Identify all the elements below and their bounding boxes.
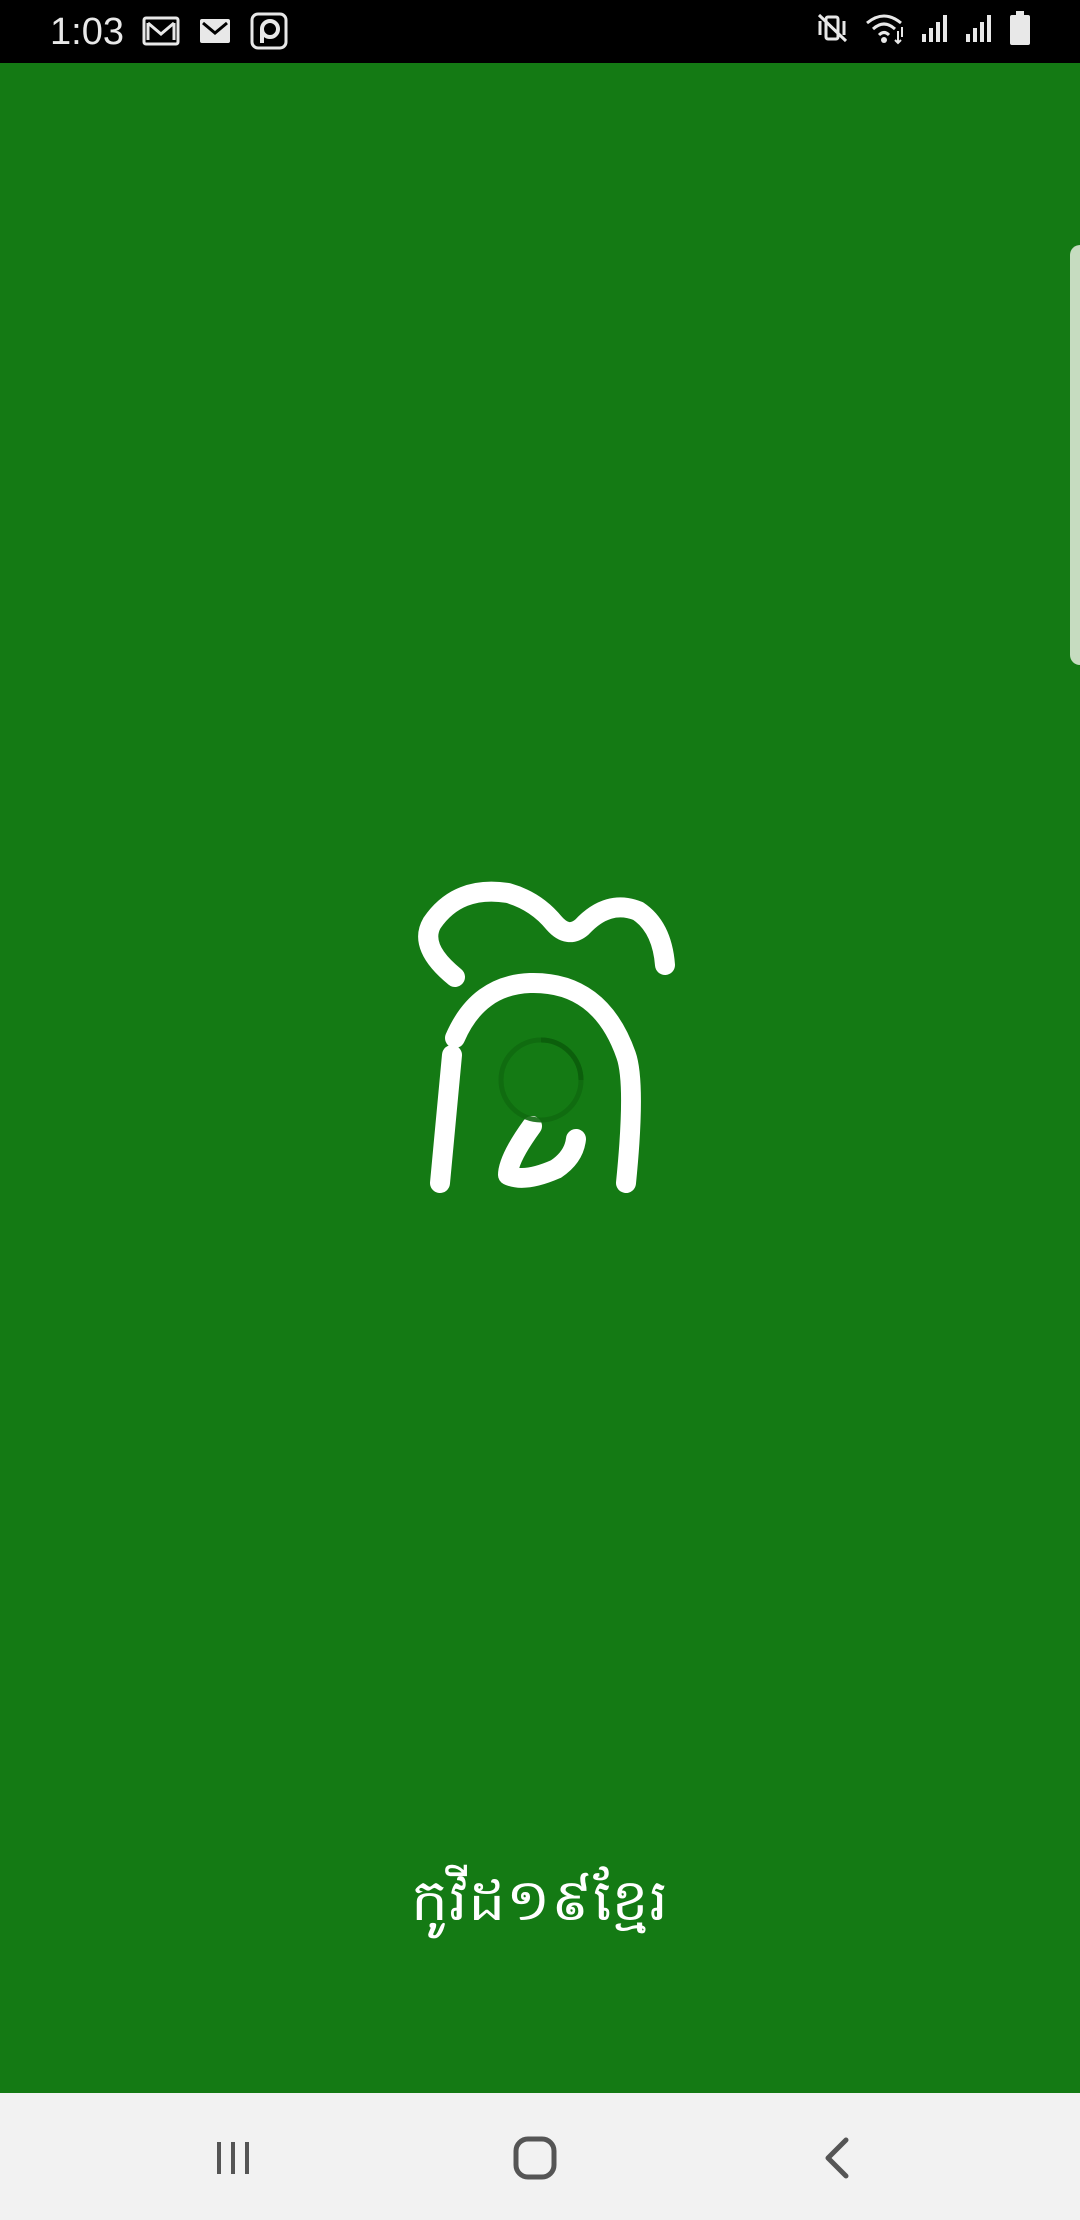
screen: 1:03 កូវីដ១៩ខ្មែរ — [0, 0, 1080, 2220]
navigation-bar — [0, 2093, 1080, 2220]
back-icon — [825, 2137, 849, 2179]
home-button[interactable] — [475, 2113, 595, 2203]
signal-icon — [920, 12, 950, 44]
status-bar: 1:03 — [0, 0, 1080, 63]
vibrate-icon — [816, 11, 850, 45]
wifi-icon — [864, 11, 906, 45]
app-name: កូវីដ១៩ខ្មែរ — [411, 1866, 669, 1934]
edge-panel-handle[interactable] — [1070, 245, 1080, 665]
home-icon — [513, 2136, 557, 2180]
system-icons — [816, 10, 1032, 46]
gmail-icon — [142, 15, 180, 47]
app-notification-icon — [250, 12, 288, 50]
status-time: 1:03 — [50, 11, 124, 53]
recents-button[interactable] — [173, 2113, 293, 2203]
battery-icon — [1008, 10, 1032, 46]
loading-spinner — [498, 1037, 584, 1123]
recents-icon — [217, 2142, 249, 2174]
signal-icon — [964, 12, 994, 44]
back-button[interactable] — [778, 2113, 898, 2203]
khmer-letter-logo-icon — [418, 881, 675, 1193]
gmail-icon — [198, 16, 232, 46]
notification-icons — [142, 12, 288, 50]
